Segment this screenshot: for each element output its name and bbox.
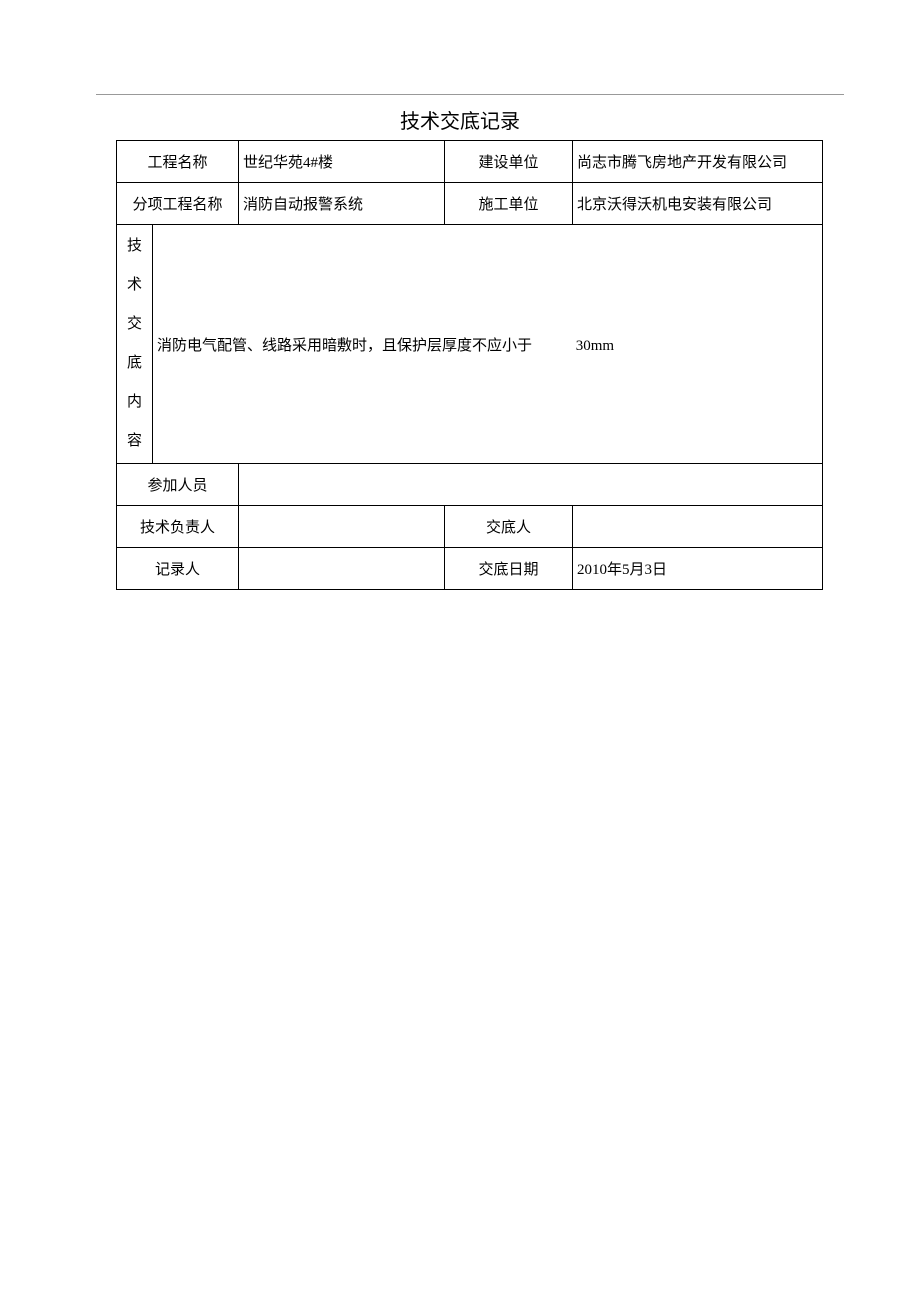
value-construct-unit: 北京沃得沃机电安装有限公司 <box>573 183 823 225</box>
label-build-unit: 建设单位 <box>445 141 573 183</box>
row-recorder: 记录人 交底日期 2010年5月3日 <box>117 548 823 590</box>
value-subproject: 消防自动报警系统 <box>239 183 445 225</box>
top-rule <box>96 94 844 95</box>
label-disclose-person: 交底人 <box>445 506 573 548</box>
label-participants: 参加人员 <box>117 464 239 506</box>
side-char-4: 底 <box>127 355 142 371</box>
value-project-name: 世纪华苑4#楼 <box>239 141 445 183</box>
side-char-1: 技 <box>127 238 142 254</box>
value-participants <box>239 464 823 506</box>
value-disclose-person <box>573 506 823 548</box>
label-recorder: 记录人 <box>117 548 239 590</box>
label-subproject: 分项工程名称 <box>117 183 239 225</box>
side-char-2: 术 <box>127 277 142 293</box>
content-text-2: 30mm <box>576 338 614 355</box>
label-techlead: 技术负责人 <box>117 506 239 548</box>
label-disclose-date: 交底日期 <box>445 548 573 590</box>
side-char-3: 交 <box>127 316 142 332</box>
value-recorder <box>239 548 445 590</box>
label-project-name: 工程名称 <box>117 141 239 183</box>
content-text-1: 消防电气配管、线路采用暗敷时，且保护层厚度不应小于 <box>157 334 532 355</box>
record-table: 工程名称 世纪华苑4#楼 建设单位 尚志市腾飞房地产开发有限公司 分项工程名称 … <box>116 140 823 590</box>
row-participants: 参加人员 <box>117 464 823 506</box>
row-project: 工程名称 世纪华苑4#楼 建设单位 尚志市腾飞房地产开发有限公司 <box>117 141 823 183</box>
value-disclose-date: 2010年5月3日 <box>573 548 823 590</box>
label-construct-unit: 施工单位 <box>445 183 573 225</box>
row-techlead: 技术负责人 交底人 <box>117 506 823 548</box>
page-title: 技术交底记录 <box>0 105 920 134</box>
content-body: 消防电气配管、线路采用暗敷时，且保护层厚度不应小于 30mm <box>153 225 823 464</box>
content-side-label: 技 术 交 底 内 容 <box>117 225 153 464</box>
row-content: 技 术 交 底 内 容 消防电气配管、线路采用暗敷时，且保护层厚度不应小于 30… <box>117 225 823 464</box>
side-char-5: 内 <box>127 394 142 410</box>
value-techlead <box>239 506 445 548</box>
value-build-unit: 尚志市腾飞房地产开发有限公司 <box>573 141 823 183</box>
row-subproject: 分项工程名称 消防自动报警系统 施工单位 北京沃得沃机电安装有限公司 <box>117 183 823 225</box>
side-char-6: 容 <box>127 433 142 449</box>
